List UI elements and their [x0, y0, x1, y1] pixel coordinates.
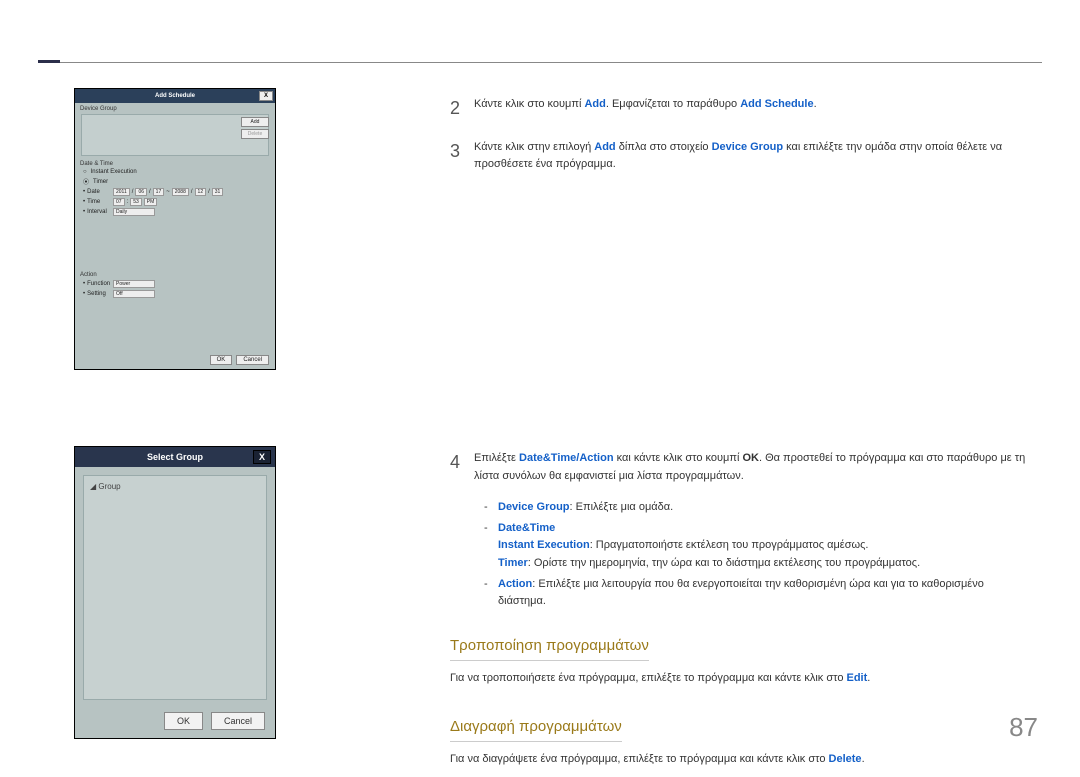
close-icon[interactable]: X: [253, 450, 271, 464]
bullet-device-group: - Device Group: Επιλέξτε μια ομάδα.: [484, 499, 1032, 517]
device-group-list: Add Delete: [81, 114, 269, 156]
instant-label: Instant Execution: [91, 169, 137, 175]
dialog-titlebar: Add Schedule X: [75, 89, 275, 103]
text: Για να τροποποιήσετε ένα πρόγραμμα, επιλ…: [450, 672, 847, 684]
section-label-device-group: Device Group: [75, 103, 275, 113]
text: : Ορίστε την ημερομηνία, την ώρα και το …: [528, 557, 920, 569]
setting-select[interactable]: Off: [113, 290, 155, 298]
delete-button[interactable]: Delete: [241, 129, 269, 139]
setting-label: Setting: [83, 291, 111, 297]
cancel-button[interactable]: Cancel: [236, 355, 269, 365]
keyword-add: Add: [584, 98, 605, 110]
keyword-delete: Delete: [829, 753, 862, 765]
time-minute[interactable]: 53: [130, 198, 142, 206]
step-2: 2 Κάντε κλικ στο κουμπί Add. Εμφανίζεται…: [450, 94, 1032, 123]
time-ampm[interactable]: PM: [144, 198, 158, 206]
dialog-title: Select Group: [147, 452, 203, 462]
close-icon[interactable]: X: [259, 91, 273, 101]
dash-icon: -: [484, 499, 498, 517]
bullet-action: - Action: Επιλέξτε μια λειτουργία που θα…: [484, 576, 1032, 611]
section-label-datetime: Date & Time: [75, 158, 275, 168]
group-tree: ◢ Group: [83, 475, 267, 700]
function-label: Function: [83, 281, 111, 287]
date-label: Date: [83, 189, 111, 195]
text: Για να διαγράψετε ένα πρόγραμμα, επιλέξτ…: [450, 753, 829, 765]
keyword-datetime: Date&Time: [498, 522, 555, 534]
ok-button[interactable]: OK: [210, 355, 233, 365]
text: . Εμφανίζεται το παράθυρο: [606, 98, 740, 110]
modify-paragraph: Για να τροποποιήσετε ένα πρόγραμμα, επιλ…: [450, 670, 1032, 688]
step4-block: 4 Επιλέξτε Date&Time/Action και κάντε κλ…: [450, 448, 1032, 777]
step-number: 4: [450, 448, 474, 485]
tree-node-label: Group: [98, 482, 120, 491]
keyword-edit: Edit: [847, 672, 868, 684]
keyword-timer: Timer: [498, 557, 528, 569]
sub-bullets: - Device Group: Επιλέξτε μια ομάδα. - Da…: [484, 499, 1032, 611]
time-label: Time: [83, 199, 111, 205]
dialog-title: Add Schedule: [155, 93, 195, 99]
section-label-action: Action: [75, 269, 275, 279]
dash-icon: -: [484, 520, 498, 573]
text: .: [814, 98, 817, 110]
header-rule: [38, 62, 1042, 63]
radio-instant[interactable]: [83, 169, 89, 175]
header-accent: [38, 60, 60, 63]
keyword-instant-execution: Instant Execution: [498, 539, 590, 551]
ok-button[interactable]: OK: [164, 712, 203, 730]
text: .: [862, 753, 865, 765]
keyword-ok: OK: [742, 452, 759, 464]
time-hour[interactable]: 07: [113, 198, 125, 206]
step-body: Κάντε κλικ στην επιλογή Add δίπλα στο στ…: [474, 137, 1032, 174]
heading-modify-schedules: Τροποποίηση προγραμμάτων: [450, 634, 649, 661]
step-number: 2: [450, 94, 474, 123]
keyword-add-schedule: Add Schedule: [740, 98, 813, 110]
date-from-month[interactable]: 06: [135, 188, 147, 196]
step-body: Κάντε κλικ στο κουμπί Add. Εμφανίζεται τ…: [474, 94, 817, 123]
text: Κάντε κλικ στην επιλογή: [474, 141, 594, 153]
figure-select-group: Select Group X ◢ Group OK Cancel: [74, 446, 276, 739]
heading-delete-schedules: Διαγραφή προγραμμάτων: [450, 715, 622, 742]
text: : Επιλέξτε μια λειτουργία που θα ενεργοπ…: [498, 578, 984, 608]
tree-node-group[interactable]: ◢ Group: [90, 482, 121, 491]
text: και κάντε κλικ στο κουμπί: [614, 452, 743, 464]
step-3: 3 Κάντε κλικ στην επιλογή Add δίπλα στο …: [450, 137, 1032, 174]
step-number: 3: [450, 137, 474, 174]
text: Κάντε κλικ στο κουμπί: [474, 98, 584, 110]
delete-paragraph: Για να διαγράψετε ένα πρόγραμμα, επιλέξτ…: [450, 751, 1032, 769]
keyword-datetime-action: Date&Time/Action: [519, 452, 614, 464]
keyword-action: Action: [498, 578, 532, 590]
date-to-month[interactable]: 12: [195, 188, 207, 196]
keyword-device-group: Device Group: [498, 501, 570, 513]
text: : Επιλέξτε μια ομάδα.: [570, 501, 674, 513]
text: .: [867, 672, 870, 684]
date-from-day[interactable]: 17: [153, 188, 165, 196]
date-to-year[interactable]: 2088: [172, 188, 189, 196]
text: : Πραγματοποιήστε εκτέλεση του προγράμμα…: [590, 539, 869, 551]
bullet-datetime: - Date&Time Instant Execution: Πραγματοπ…: [484, 520, 1032, 573]
cancel-button[interactable]: Cancel: [211, 712, 265, 730]
date-to-day[interactable]: 31: [212, 188, 224, 196]
steps-column: 2 Κάντε κλικ στο κουμπί Add. Εμφανίζεται…: [450, 94, 1032, 188]
dash-icon: -: [484, 576, 498, 611]
step-body: Επιλέξτε Date&Time/Action και κάντε κλικ…: [474, 448, 1032, 485]
add-button[interactable]: Add: [241, 117, 269, 127]
dialog-titlebar: Select Group X: [75, 447, 275, 467]
function-select[interactable]: Power: [113, 280, 155, 288]
keyword-add: Add: [594, 141, 615, 153]
interval-select[interactable]: Daily: [113, 208, 155, 216]
figure-add-schedule: Add Schedule X Device Group Add Delete D…: [74, 88, 276, 370]
step-4: 4 Επιλέξτε Date&Time/Action και κάντε κλ…: [450, 448, 1032, 485]
text: Επιλέξτε: [474, 452, 519, 464]
timer-label: Timer: [93, 179, 108, 185]
date-separator: ~: [166, 189, 170, 195]
keyword-device-group: Device Group: [712, 141, 784, 153]
text: δίπλα στο στοιχείο: [616, 141, 712, 153]
date-from-year[interactable]: 2011: [113, 188, 130, 196]
interval-label: Interval: [83, 209, 111, 215]
radio-timer[interactable]: [83, 177, 91, 186]
